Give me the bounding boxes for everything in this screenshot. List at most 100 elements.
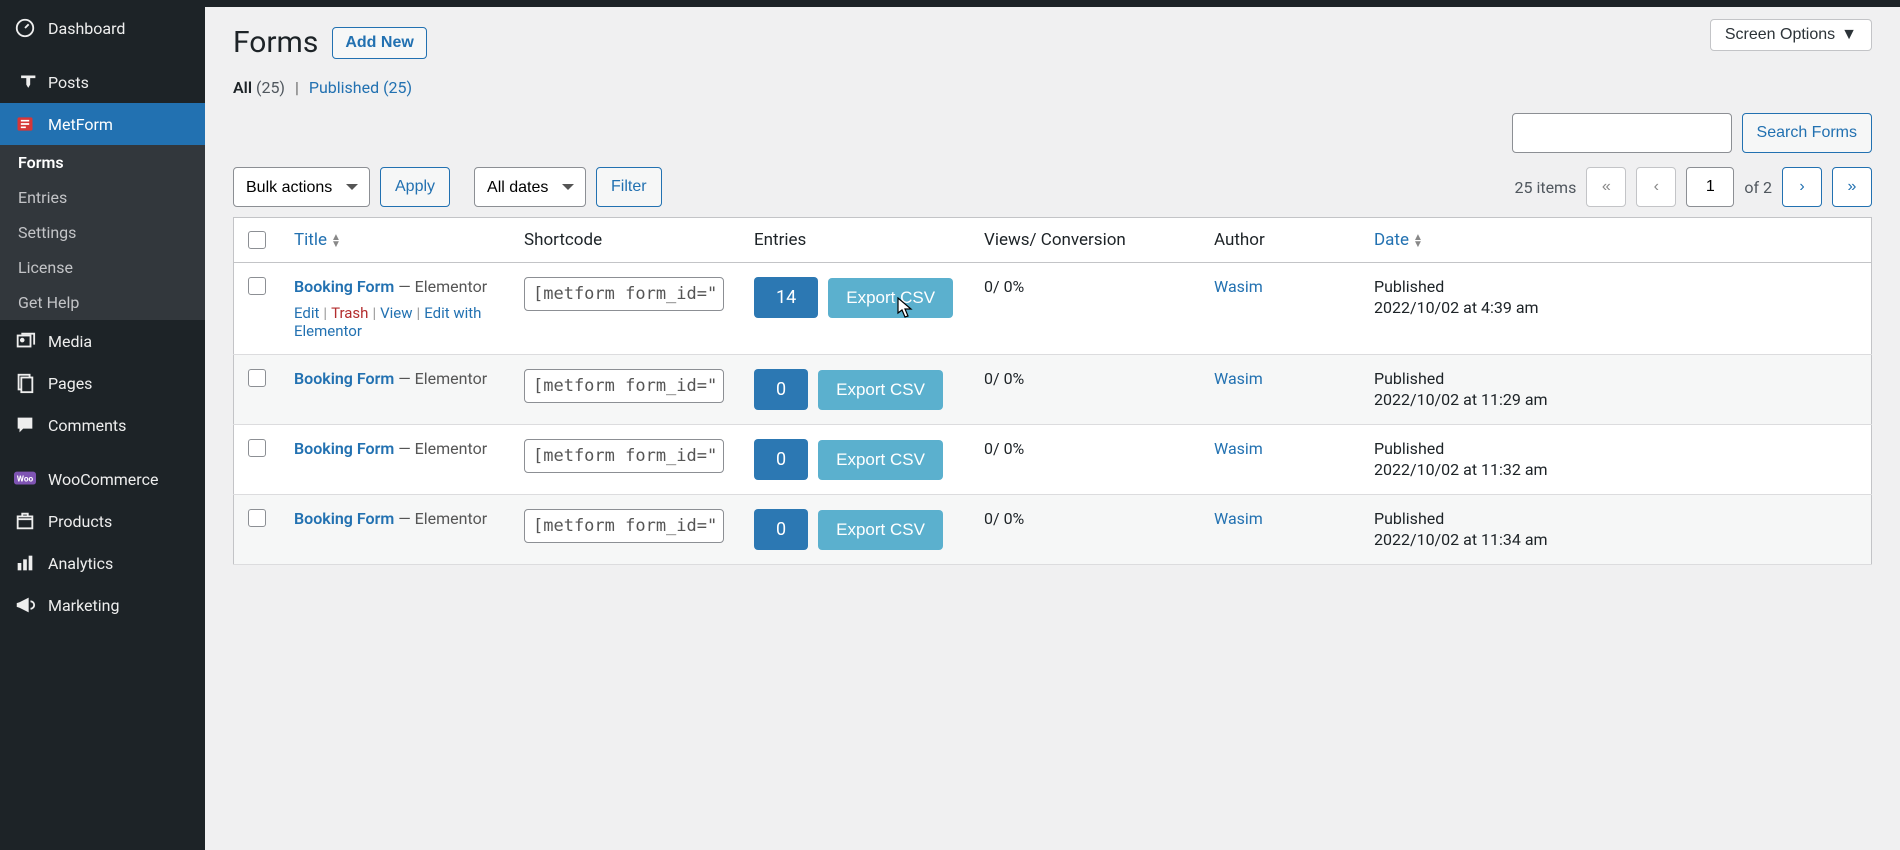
sidebar-sub-license[interactable]: License xyxy=(0,250,205,285)
sidebar-item-analytics[interactable]: Analytics xyxy=(0,542,205,584)
column-title[interactable]: Title▲▼ xyxy=(294,230,341,250)
entries-badge[interactable]: 14 xyxy=(754,277,818,318)
sidebar-sub-forms[interactable]: Forms xyxy=(0,145,205,180)
author-link[interactable]: Wasim xyxy=(1214,369,1263,388)
filter-published-count: (25) xyxy=(383,78,412,97)
page-header: Forms Add New xyxy=(233,25,1872,60)
action-edit[interactable]: Edit xyxy=(294,304,319,322)
row-actions: Edit|Trash|View|Edit with Elementor xyxy=(294,304,496,340)
date-status: Published xyxy=(1374,439,1857,458)
filter-button[interactable]: Filter xyxy=(596,167,662,207)
pagination-of: of 2 xyxy=(1744,178,1772,197)
sort-icon: ▲▼ xyxy=(331,234,341,248)
sidebar-label: Analytics xyxy=(48,554,113,573)
add-new-button[interactable]: Add New xyxy=(332,27,426,59)
row-title-suffix: — Elementor xyxy=(394,439,487,458)
bulk-actions-select[interactable]: Bulk actions xyxy=(233,167,370,207)
sidebar-submenu: Forms Entries Settings License Get Help xyxy=(0,145,205,320)
export-csv-button[interactable]: Export CSV xyxy=(828,278,953,318)
views-cell: 0/ 0% xyxy=(970,425,1200,495)
date-value: 2022/10/02 at 11:29 am xyxy=(1374,390,1857,409)
sidebar-label: Products xyxy=(48,512,112,531)
search-button[interactable]: Search Forms xyxy=(1742,113,1872,153)
sidebar-item-posts[interactable]: Posts xyxy=(0,61,205,103)
entries-badge[interactable]: 0 xyxy=(754,509,808,550)
column-entries: Entries xyxy=(740,218,970,263)
main-content: Screen Options ▼ Forms Add New All (25) … xyxy=(205,7,1900,850)
sidebar-item-marketing[interactable]: Marketing xyxy=(0,584,205,626)
table-row: Booking Form — Elementor 0Export CSV 0/ 0%… xyxy=(234,425,1872,495)
sidebar-item-comments[interactable]: Comments xyxy=(0,404,205,446)
shortcode-input[interactable] xyxy=(524,509,724,543)
shortcode-input[interactable] xyxy=(524,277,724,311)
row-title-link[interactable]: Booking Form xyxy=(294,509,394,528)
pagination-first: « xyxy=(1586,167,1626,207)
sidebar-item-woocommerce[interactable]: Woo WooCommerce xyxy=(0,458,205,500)
row-checkbox[interactable] xyxy=(248,369,266,387)
export-csv-button[interactable]: Export CSV xyxy=(818,510,943,550)
sidebar-item-metform[interactable]: MetForm xyxy=(0,103,205,145)
date-value: 2022/10/02 at 4:39 am xyxy=(1374,298,1857,317)
views-cell: 0/ 0% xyxy=(970,263,1200,355)
sidebar-label: Marketing xyxy=(48,596,119,615)
sidebar-item-products[interactable]: Products xyxy=(0,500,205,542)
date-filter-select[interactable]: All dates xyxy=(474,167,586,207)
dashboard-icon xyxy=(14,17,36,39)
page-title: Forms xyxy=(233,25,318,60)
column-views: Views/ Conversion xyxy=(970,218,1200,263)
date-status: Published xyxy=(1374,509,1857,528)
row-checkbox[interactable] xyxy=(248,439,266,457)
column-date[interactable]: Date▲▼ xyxy=(1374,230,1423,250)
action-view[interactable]: View xyxy=(380,304,412,322)
sidebar-label: MetForm xyxy=(48,115,113,134)
table-row: Booking Form — Elementor0Export CSV0/ 0%… xyxy=(234,495,1872,565)
metform-icon xyxy=(14,113,36,135)
export-csv-button[interactable]: Export CSV xyxy=(818,370,943,410)
pagination-current-input[interactable] xyxy=(1686,167,1734,207)
apply-button[interactable]: Apply xyxy=(380,167,450,207)
shortcode-input[interactable] xyxy=(524,439,724,473)
media-icon xyxy=(14,330,36,352)
select-all-checkbox[interactable] xyxy=(248,231,266,249)
search-input[interactable] xyxy=(1512,113,1732,153)
entries-badge[interactable]: 0 xyxy=(754,439,808,480)
views-cell: 0/ 0% xyxy=(970,355,1200,425)
author-link[interactable]: Wasim xyxy=(1214,509,1263,528)
date-status: Published xyxy=(1374,277,1857,296)
column-shortcode: Shortcode xyxy=(510,218,740,263)
sidebar-label: Posts xyxy=(48,73,89,92)
screen-options-button[interactable]: Screen Options ▼ xyxy=(1710,19,1872,51)
row-checkbox[interactable] xyxy=(248,509,266,527)
pagination-last[interactable]: » xyxy=(1832,167,1872,207)
sidebar-item-dashboard[interactable]: Dashboard xyxy=(0,7,205,49)
sidebar-item-pages[interactable]: Pages xyxy=(0,362,205,404)
sidebar-sub-gethelp[interactable]: Get Help xyxy=(0,285,205,320)
pagination-prev: ‹ xyxy=(1636,167,1676,207)
table-row: Booking Form — ElementorEdit|Trash|View|… xyxy=(234,263,1872,355)
row-checkbox[interactable] xyxy=(248,277,266,295)
sidebar-label: Dashboard xyxy=(48,19,125,38)
products-icon xyxy=(14,510,36,532)
date-value: 2022/10/02 at 11:34 am xyxy=(1374,530,1857,549)
pagination-next[interactable]: › xyxy=(1782,167,1822,207)
row-title-link[interactable]: Booking Form xyxy=(294,369,394,388)
sidebar-sub-settings[interactable]: Settings xyxy=(0,215,205,250)
author-link[interactable]: Wasim xyxy=(1214,277,1263,296)
shortcode-input[interactable] xyxy=(524,369,724,403)
filter-all[interactable]: All xyxy=(233,78,252,97)
analytics-icon xyxy=(14,552,36,574)
sidebar-sub-entries[interactable]: Entries xyxy=(0,180,205,215)
action-trash[interactable]: Trash xyxy=(331,304,368,322)
svg-text:Woo: Woo xyxy=(17,475,34,485)
date-value: 2022/10/02 at 11:32 am xyxy=(1374,460,1857,479)
sidebar-label: Media xyxy=(48,332,92,351)
author-link[interactable]: Wasim xyxy=(1214,439,1263,458)
sidebar-item-media[interactable]: Media xyxy=(0,320,205,362)
forms-table: Title▲▼ Shortcode Entries Views/ Convers… xyxy=(233,217,1872,565)
export-csv-button[interactable]: Export CSV xyxy=(818,440,943,480)
filter-published[interactable]: Published xyxy=(309,78,379,97)
row-title-link[interactable]: Booking Form xyxy=(294,439,394,458)
row-title-link[interactable]: Booking Form xyxy=(294,277,394,296)
entries-badge[interactable]: 0 xyxy=(754,369,808,410)
table-row: Booking Form — Elementor0Export CSV0/ 0%… xyxy=(234,355,1872,425)
